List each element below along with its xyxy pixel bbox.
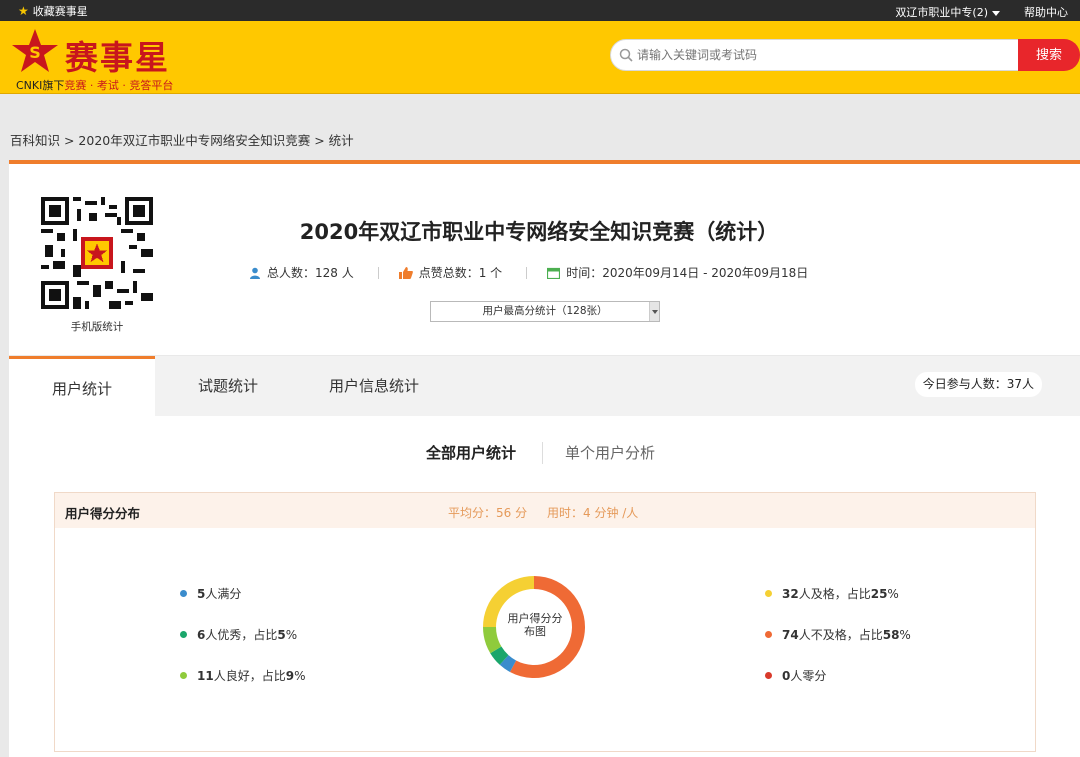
divider — [377, 266, 379, 279]
legend-percent-sign: % — [294, 669, 306, 683]
legend-text: 人及格，占比 — [798, 587, 871, 601]
legend-dot — [765, 672, 772, 679]
breadcrumb[interactable]: 百科知识 > 2020年双辽市职业中专网络安全知识竞赛 > 统计 — [10, 130, 354, 149]
today-count-badge: 今日参与人数：37人 — [914, 372, 1042, 397]
qr-code-image — [41, 197, 153, 309]
brand-tagline: CNKI旗下竞赛 · 考试 · 竞答平台 — [16, 77, 173, 93]
legend-dot — [765, 590, 772, 597]
legend-count: 32 — [782, 587, 799, 601]
dropdown-arrow-icon[interactable] — [649, 302, 659, 321]
meta-row: 总人数：128 人 点赞总数：1 个 时间：2020年09月14日 - 2020… — [249, 264, 808, 281]
tab-user-info-stats[interactable]: 用户信息统计 — [301, 356, 447, 416]
legend-text: 人优秀，占比 — [205, 628, 278, 642]
select-value: 用户最高分统计（128张） — [482, 305, 608, 317]
search-box — [610, 39, 1024, 71]
legend-pass: 32人及格，占比25% — [765, 585, 899, 602]
legend-text: 人零分 — [790, 669, 827, 683]
legend-percent: 5 — [277, 628, 286, 642]
average-time: 用时：4 分钟 /人 — [547, 506, 639, 520]
site-logo[interactable]: S 赛事星 CNKI旗下竞赛 · 考试 · 竞答平台 — [10, 25, 200, 93]
total-people: 总人数：128 人 — [249, 264, 354, 281]
star-icon: ★ — [18, 4, 29, 18]
tab-user-stats[interactable]: 用户统计 — [9, 356, 155, 416]
legend-count: 11 — [197, 669, 214, 683]
legend-text: 人满分 — [205, 587, 242, 601]
thumbs-up-icon — [398, 266, 413, 279]
legend-excellent: 6人优秀，占比5% — [180, 626, 297, 643]
search-button[interactable]: 搜索 — [1018, 39, 1080, 71]
subtab-single-user[interactable]: 单个用户分析 — [565, 442, 655, 463]
content-area: 全部用户统计 单个用户分析 用户得分分布 平均分：56 分 用时：4 分钟 /人… — [9, 416, 1080, 757]
tagline-highlight: 竞赛 · 考试 · 竞答平台 — [64, 79, 174, 92]
favorite-label: 收藏赛事星 — [32, 5, 88, 18]
legend-count: 74 — [782, 628, 799, 642]
legend-dot — [180, 672, 187, 679]
legend-good: 11人良好，占比9% — [180, 667, 305, 684]
qr-caption: 手机版统计 — [70, 321, 124, 333]
total-people-text: 总人数：128 人 — [267, 266, 354, 280]
legend-percent-sign: % — [285, 628, 298, 642]
favorite-link[interactable]: ★ 收藏赛事星 — [18, 3, 88, 19]
search-input[interactable] — [637, 46, 1017, 64]
caret-down-icon — [992, 10, 1000, 16]
subtab-all-users[interactable]: 全部用户统计 — [426, 442, 516, 463]
legend-dot — [765, 631, 772, 638]
stat-type-select[interactable]: 用户最高分统计（128张） — [430, 301, 660, 322]
brand-name: 赛事星 — [65, 38, 170, 77]
search-icon — [619, 48, 633, 62]
help-link[interactable]: 帮助中心 — [1024, 4, 1068, 20]
donut-center-label: 用户得分分布图 — [507, 612, 563, 638]
legend-text: 人良好，占比 — [213, 669, 286, 683]
legend-percent-sign: % — [899, 628, 911, 642]
search-bar: 搜索 — [610, 39, 1080, 71]
tab-question-stats[interactable]: 试题统计 — [155, 356, 301, 416]
tagline-prefix: CNKI旗下 — [16, 79, 65, 92]
legend-zero: 0人零分 — [765, 667, 826, 684]
site-header: S 赛事星 CNKI旗下竞赛 · 考试 · 竞答平台 搜索 — [0, 21, 1080, 94]
user-icon — [250, 267, 260, 279]
legend-percent-sign: % — [887, 587, 899, 601]
time-range: 时间：2020年09月14日 - 2020年09月18日 — [547, 264, 808, 281]
time-text: 时间：2020年09月14日 - 2020年09月18日 — [566, 266, 809, 280]
panel-header: 用户得分分布 平均分：56 分 用时：4 分钟 /人 — [55, 493, 1035, 528]
page-title: 2020年双辽市职业中专网络安全知识竞赛（统计） — [299, 220, 779, 244]
legend-percent: 58 — [882, 628, 900, 642]
top-bar: ★ 收藏赛事星 双辽市职业中专(2) 帮助中心 — [0, 0, 1080, 21]
user-label: 双辽市职业中专(2) — [895, 6, 988, 19]
legend-dot — [180, 631, 187, 638]
legend-full-score: 5人满分 — [180, 585, 241, 602]
panel-title: 用户得分分布 — [65, 506, 141, 521]
calendar-icon — [547, 267, 561, 279]
divider — [542, 442, 543, 464]
main-tabs: 用户统计 试题统计 用户信息统计 今日参与人数：37人 — [9, 356, 1080, 416]
divider — [526, 266, 528, 279]
score-distribution-panel: 用户得分分布 平均分：56 分 用时：4 分钟 /人 5人满分 6人优秀，占比5… — [54, 492, 1036, 752]
legend-dot — [180, 590, 187, 597]
svg-text:S: S — [29, 43, 41, 62]
legend-percent: 25 — [870, 587, 888, 601]
star-logo-icon: S — [12, 29, 58, 72]
likes-total: 点赞总数：1 个 — [398, 264, 503, 281]
average-score: 平均分：56 分 — [448, 506, 528, 520]
legend-fail: 74人不及格，占比58% — [765, 626, 911, 643]
likes-text: 点赞总数：1 个 — [418, 266, 503, 280]
legend-percent: 9 — [285, 669, 295, 683]
legend-text: 人不及格，占比 — [798, 628, 883, 642]
user-menu[interactable]: 双辽市职业中专(2) — [895, 4, 1000, 20]
info-card: 手机版统计 2020年双辽市职业中专网络安全知识竞赛（统计） 总人数：128 人… — [9, 160, 1080, 355]
